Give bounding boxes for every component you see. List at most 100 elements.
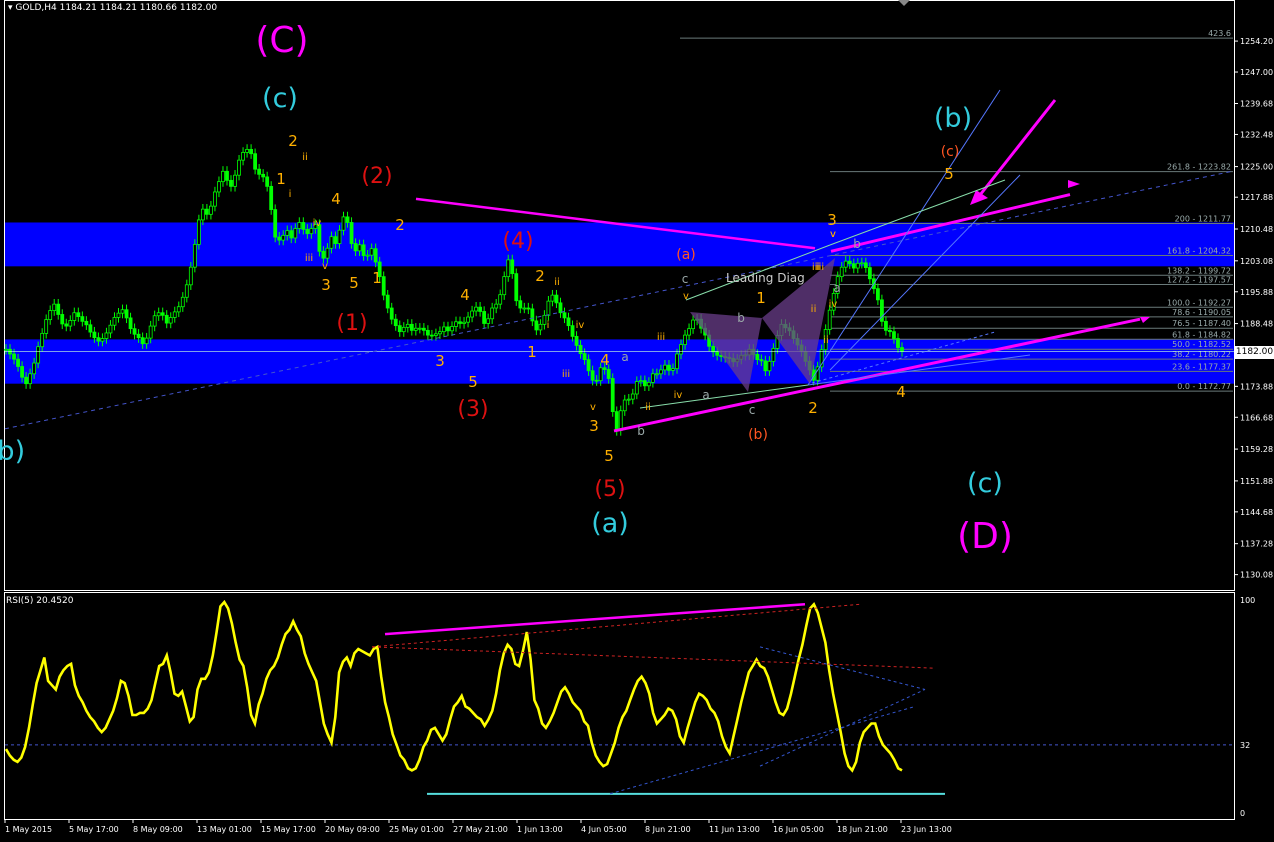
candle-body xyxy=(875,288,880,301)
candle-body xyxy=(510,259,515,275)
candle-body xyxy=(373,248,378,263)
time-tick-label: 1 May 2015 xyxy=(5,825,52,834)
fib-label-4: 138.2 - 1199.72 xyxy=(1167,266,1231,275)
candle-body xyxy=(16,358,20,367)
fib-label-10: 50.0 - 1182.52 xyxy=(1172,340,1231,349)
candle-body xyxy=(401,326,406,333)
price-chart[interactable]: 423.6261.8 - 1223.82200 - 1211.77161.8 -… xyxy=(0,0,1274,842)
candle-body xyxy=(566,317,571,327)
candle-body xyxy=(124,309,129,319)
rsi-panel-frame xyxy=(4,592,1235,820)
price-tick-label: 1217.88 xyxy=(1240,193,1273,202)
wave-label: 3 xyxy=(827,211,837,229)
wave-label: ii xyxy=(823,335,829,346)
candle-body xyxy=(60,314,65,325)
wave-label: iv xyxy=(576,320,585,331)
candle-body xyxy=(675,353,679,370)
fib-label-9: 61.8 - 1184.82 xyxy=(1172,330,1231,339)
candle-body xyxy=(365,254,370,257)
candle-body xyxy=(156,312,161,317)
candle-body xyxy=(176,306,181,313)
time-tick-label: 20 May 09:00 xyxy=(325,825,380,834)
wave-label: 5 xyxy=(349,274,359,292)
wave-label: 5 xyxy=(944,165,954,183)
candle-body xyxy=(84,320,89,326)
symbol-info: GOLD,H4 1184.21 1184.21 1180.66 1182.00 xyxy=(15,3,218,13)
wave-label: iii xyxy=(816,262,824,273)
wave-label: 4 xyxy=(600,351,610,369)
candle-body xyxy=(180,296,185,308)
candle-body xyxy=(855,262,860,269)
candle-body xyxy=(88,324,93,333)
candle-body xyxy=(438,331,442,335)
candle-body xyxy=(715,351,720,356)
candle-body xyxy=(164,314,169,324)
candle-body xyxy=(136,333,141,339)
candle-body xyxy=(839,266,844,278)
candle-body xyxy=(293,228,298,239)
price-tick-label: 1144.68 xyxy=(1240,508,1273,517)
candle-body xyxy=(586,359,591,372)
candle-body xyxy=(64,323,69,327)
wave-label: (a) xyxy=(591,508,629,539)
wave-label: 1 xyxy=(372,269,382,287)
wave-label: (b) xyxy=(934,103,972,134)
candle-body xyxy=(598,367,603,382)
candle-body xyxy=(683,334,687,345)
magenta-arrowhead-1 xyxy=(1140,317,1150,323)
candle-body xyxy=(44,319,49,334)
candle-body xyxy=(530,308,535,322)
candle-body xyxy=(554,294,559,304)
candle-body xyxy=(542,314,547,325)
candle-body xyxy=(397,325,402,333)
fib-label-2: 200 - 1211.77 xyxy=(1175,214,1231,223)
fib-label-12: 23.6 - 1177.37 xyxy=(1172,362,1231,371)
chart-title: ▾ GOLD,H4 1184.21 1184.21 1180.66 1182.0… xyxy=(8,3,217,13)
candle-body xyxy=(594,379,599,382)
candle-body xyxy=(309,228,314,235)
long-trend-dashed xyxy=(4,170,1235,430)
candle-body xyxy=(285,230,290,236)
wave-label: iii xyxy=(657,332,665,343)
candle-body xyxy=(245,149,249,153)
scroll-marker-icon xyxy=(898,0,910,6)
candle-body xyxy=(353,243,358,252)
wave-label: 1 xyxy=(527,343,537,361)
candle-body xyxy=(663,364,667,371)
candle-body xyxy=(333,236,338,244)
candle-body xyxy=(144,337,149,345)
candle-body xyxy=(847,260,852,265)
time-tick-label: 1 Jun 13:00 xyxy=(517,825,563,834)
candle-body xyxy=(361,244,366,256)
wave-label: 2 xyxy=(808,399,818,417)
candle-body xyxy=(112,317,117,326)
candle-body xyxy=(140,337,145,345)
time-tick-label: 16 Jun 05:00 xyxy=(773,825,824,834)
leading-diag-label: Leading Diag xyxy=(726,271,805,285)
candle-body xyxy=(273,209,278,238)
candle-body xyxy=(494,303,499,309)
wave-label: (D) xyxy=(957,516,1013,557)
candle-body xyxy=(606,369,611,379)
dropdown-triangle-icon[interactable]: ▾ xyxy=(8,3,13,13)
wave-label: i xyxy=(547,320,550,331)
candle-body xyxy=(514,273,519,302)
candle-body xyxy=(152,315,157,327)
candle-body xyxy=(562,312,567,319)
candle-body xyxy=(466,316,470,323)
candle-body xyxy=(767,360,772,372)
wave-label: v xyxy=(683,291,689,302)
candle-body xyxy=(20,366,24,378)
candle-body xyxy=(265,176,270,187)
candle-body xyxy=(357,244,362,252)
candle-body xyxy=(413,327,418,331)
wave-label: b xyxy=(637,424,645,438)
candle-body xyxy=(393,318,398,327)
candle-body xyxy=(755,354,760,361)
wave-label: (1) xyxy=(336,311,367,336)
price-tick-label: 1203.08 xyxy=(1240,257,1273,266)
candle-body xyxy=(229,179,233,187)
wave-label: (2) xyxy=(361,164,392,189)
wave-label: 4 xyxy=(331,190,341,208)
price-tick-label: 1151.88 xyxy=(1240,477,1273,486)
